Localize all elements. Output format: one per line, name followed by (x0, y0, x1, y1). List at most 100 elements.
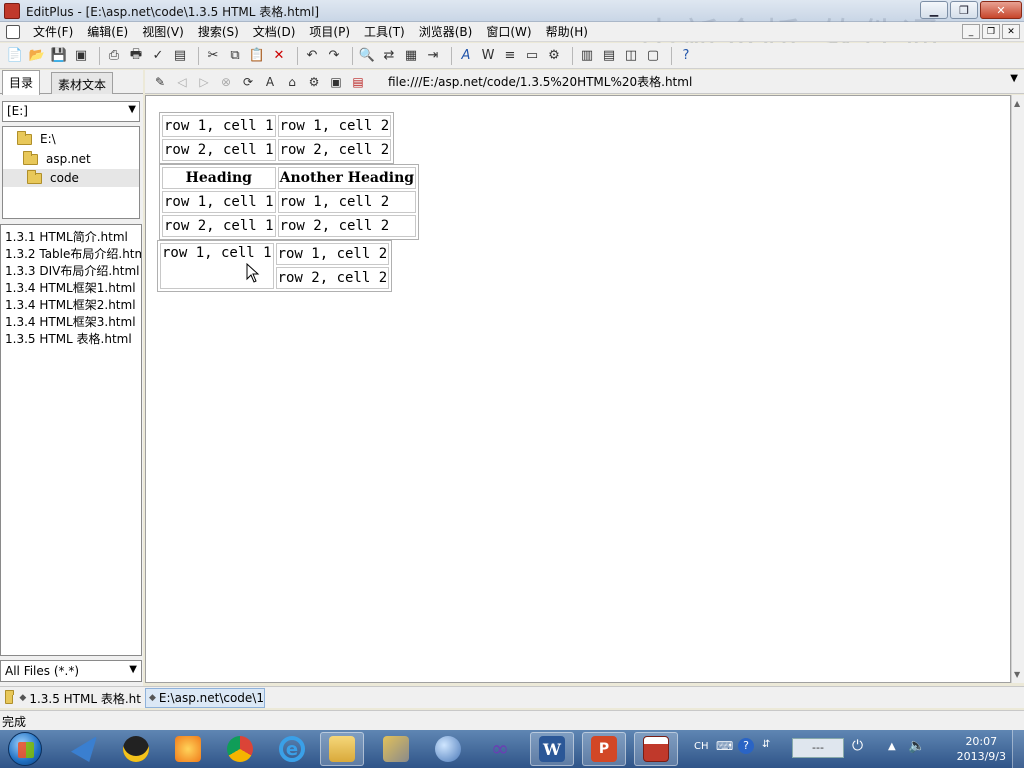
back-icon[interactable]: ◁ (173, 73, 191, 91)
volume-icon[interactable]: 🔈 (908, 738, 925, 754)
ime-indicator[interactable]: CH (694, 741, 709, 752)
close-button[interactable]: ✕ (980, 1, 1022, 19)
scroll-up-icon[interactable]: ▲ (1014, 99, 1020, 108)
scroll-down-icon[interactable]: ▼ (1014, 670, 1020, 679)
copy-icon[interactable]: ⧉ (226, 47, 244, 65)
list-item[interactable]: 1.3.5 HTML 表格.html (5, 330, 141, 347)
clipboard-icon[interactable]: ▤ (171, 47, 189, 65)
home-icon[interactable]: ⌂ (283, 73, 301, 91)
save-all-icon[interactable]: ▣ (72, 47, 90, 65)
doc-tab-file[interactable]: ◆ 1.3.5 HTML 表格.ht (2, 688, 144, 708)
help-icon[interactable]: ? (738, 738, 754, 754)
menu-document[interactable]: 文档(D) (246, 23, 303, 40)
edit-pencil-icon[interactable]: ✎ (151, 73, 169, 91)
stop-icon[interactable]: ⊗ (217, 73, 235, 91)
view-browser-icon[interactable]: ◫ (622, 47, 640, 65)
taskbar-app-ie[interactable]: e (270, 732, 314, 766)
mdi-close-button[interactable]: ✕ (1002, 24, 1020, 39)
tab-cliptext[interactable]: 素材文本 (51, 72, 114, 94)
delete-icon[interactable]: ✕ (270, 47, 288, 65)
print-preview-icon[interactable]: ⎙ (105, 47, 123, 65)
start-button[interactable] (8, 732, 42, 766)
cut-icon[interactable]: ✂ (204, 47, 222, 65)
open-folder-icon[interactable]: 📂 (28, 47, 46, 65)
taskbar-app-qq[interactable] (114, 732, 158, 766)
dir-item-root[interactable]: E:\ (17, 130, 56, 148)
taskbar-app-tools[interactable] (374, 732, 418, 766)
taskbar-app-explorer[interactable] (320, 732, 364, 766)
taskbar-app-vs[interactable]: ∞ (478, 732, 522, 766)
file-filter-select[interactable]: All Files (*.*) ▼ (0, 660, 142, 682)
maximize-button[interactable]: ❐ (950, 1, 978, 19)
menu-help[interactable]: 帮助(H) (539, 23, 595, 40)
word-wrap-icon[interactable]: W (479, 47, 497, 65)
gear-icon[interactable]: ⚙ (305, 73, 323, 91)
goto-icon[interactable]: ⇥ (424, 47, 442, 65)
spellcheck-icon[interactable]: ✓ (149, 47, 167, 65)
line-number-icon[interactable]: ≡ (501, 47, 519, 65)
list-item[interactable]: 1.3.4 HTML框架3.html (5, 313, 141, 330)
find-icon[interactable]: 🔍 (358, 47, 376, 65)
taskbar-app-chrome[interactable] (218, 732, 262, 766)
refresh-icon[interactable]: ⟳ (239, 73, 257, 91)
save-icon[interactable]: 💾 (50, 47, 68, 65)
new-file-icon[interactable]: 📄 (6, 47, 24, 65)
dir-item-aspnet[interactable]: asp.net (23, 150, 91, 168)
tab-directory[interactable]: 目录 (2, 70, 41, 95)
list-item[interactable]: 1.3.2 Table布局介绍.htm (5, 245, 141, 262)
settings-icon[interactable]: ⚙ (545, 47, 563, 65)
table-row: row 1, cell 1 row 1, cell 2 (162, 191, 417, 213)
vertical-scrollbar[interactable]: ▲ ▼ (1011, 95, 1024, 683)
help-icon[interactable]: ? (677, 47, 695, 65)
menu-window[interactable]: 窗口(W) (479, 23, 538, 40)
ime-input-box[interactable]: --- (792, 738, 844, 758)
keyboard-icon[interactable]: ⌨ (716, 739, 733, 753)
address-field[interactable]: file:///E:/asp.net/code/1.3.5%20HTML%20表… (388, 73, 1018, 91)
list-item[interactable]: 1.3.4 HTML框架2.html (5, 296, 141, 313)
view-split-icon[interactable]: ▤ (600, 47, 618, 65)
find-in-files-icon[interactable]: ▦ (402, 47, 420, 65)
view-layout-icon[interactable]: ▥ (578, 47, 596, 65)
taskbar-app-editplus[interactable] (634, 732, 678, 766)
taskbar-app-globe[interactable] (426, 732, 470, 766)
view-output-icon[interactable]: ▢ (644, 47, 662, 65)
list-item[interactable]: 1.3.4 HTML框架1.html (5, 279, 141, 296)
taskbar-app-word[interactable]: W (530, 732, 574, 766)
doc-tab-browser[interactable]: ◆ E:\asp.net\code\1. (145, 688, 265, 708)
editplus-icon[interactable]: ▤ (349, 73, 367, 91)
replace-icon[interactable]: ⇄ (380, 47, 398, 65)
list-item[interactable]: 1.3.1 HTML简介.html (5, 228, 141, 245)
ruler-icon[interactable]: ▭ (523, 47, 541, 65)
chevron-down-icon[interactable]: ▼ (1010, 73, 1018, 84)
redo-icon[interactable]: ↷ (325, 47, 343, 65)
plug-icon[interactable]: ⏻ (852, 738, 863, 754)
taskbar-app-gift[interactable] (166, 732, 210, 766)
mdi-restore-button[interactable]: ❐ (982, 24, 1000, 39)
menu-file[interactable]: 文件(F) (26, 23, 80, 40)
show-hidden-icons-button[interactable]: ▲ (888, 741, 896, 752)
dir-item-code[interactable]: code (3, 169, 139, 187)
menu-view[interactable]: 视图(V) (135, 23, 191, 40)
editplus-app-icon[interactable] (4, 3, 20, 19)
clock[interactable]: 20:07 2013/9/3 (957, 734, 1006, 764)
undo-icon[interactable]: ↶ (303, 47, 321, 65)
menu-edit[interactable]: 编辑(E) (80, 23, 135, 40)
menu-project[interactable]: 项目(P) (302, 23, 357, 40)
font-size-icon[interactable]: A (261, 73, 279, 91)
menu-browser[interactable]: 浏览器(B) (412, 23, 480, 40)
menu-tools[interactable]: 工具(T) (357, 23, 412, 40)
paste-icon[interactable]: 📋 (248, 47, 266, 65)
drive-select[interactable]: [E:] ▼ (2, 101, 140, 122)
mdi-minimize-button[interactable]: _ (962, 24, 980, 39)
show-desktop-button[interactable] (1012, 730, 1024, 768)
list-item[interactable]: 1.3.3 DIV布局介绍.html (5, 262, 141, 279)
print-icon[interactable]: 🖶 (127, 47, 145, 65)
font-icon[interactable]: A (457, 47, 475, 65)
ime-menu-icon[interactable]: ⇵ (762, 739, 770, 750)
open-folder-icon[interactable]: ▣ (327, 73, 345, 91)
taskbar-app-powerpoint[interactable]: P (582, 732, 626, 766)
taskbar-app-bird[interactable] (62, 732, 106, 766)
menu-search[interactable]: 搜索(S) (191, 23, 246, 40)
document-icon[interactable] (6, 24, 20, 39)
forward-icon[interactable]: ▷ (195, 73, 213, 91)
